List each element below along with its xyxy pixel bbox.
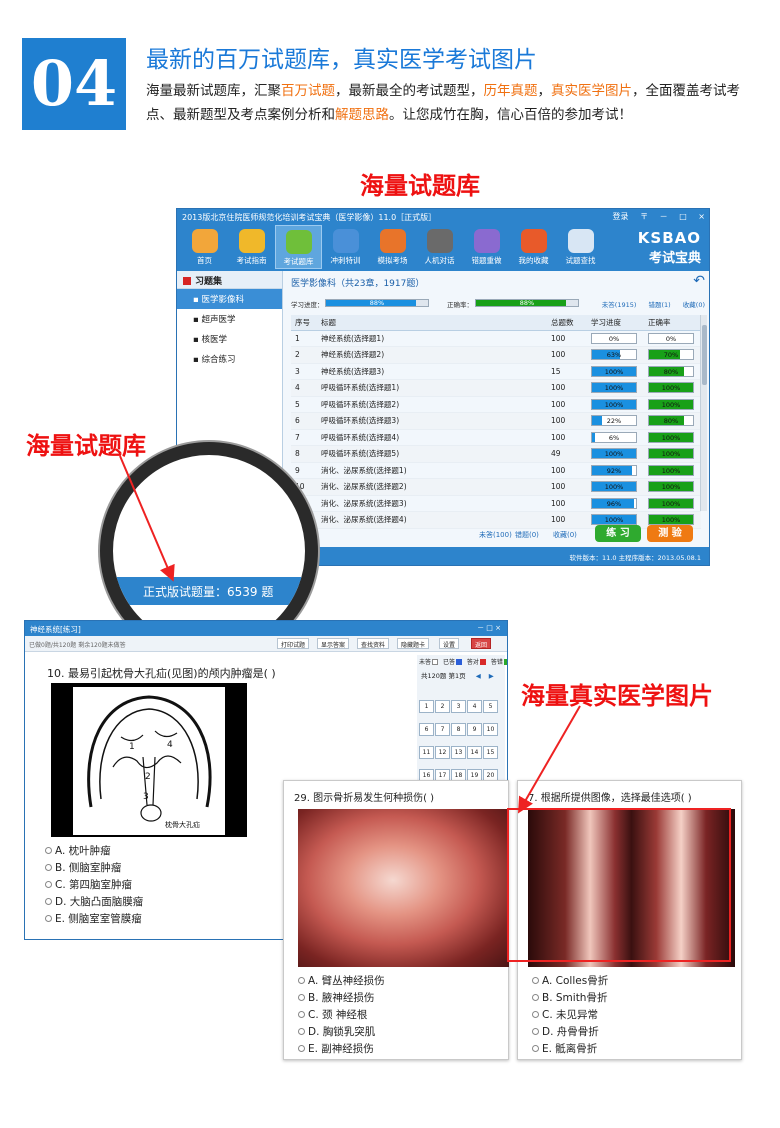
callout-arrows [119, 455, 581, 814]
arrow-to-count [119, 455, 175, 582]
arrow-to-xray [518, 705, 581, 814]
